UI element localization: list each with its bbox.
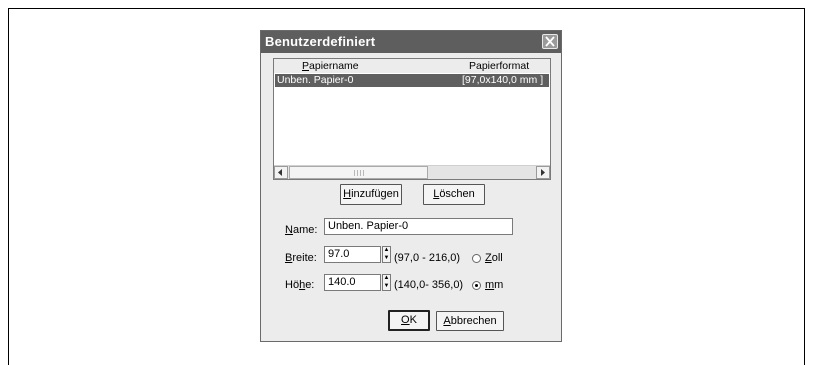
- mm-label[interactable]: mm: [485, 279, 503, 291]
- spin-up-icon[interactable]: ▲: [383, 275, 390, 282]
- list-item-name: Unben. Papier-0: [277, 74, 354, 86]
- name-input[interactable]: Unben. Papier-0: [324, 218, 513, 235]
- height-range: (140,0- 356,0): [394, 279, 464, 291]
- scroll-right-button[interactable]: [536, 166, 550, 179]
- paper-list[interactable]: Papiername Papierformat Unben. Papier-0 …: [273, 58, 551, 180]
- radio-selected-dot: [475, 284, 478, 287]
- chevron-right-icon: [541, 169, 545, 176]
- dialog-title: Benutzerdefiniert: [265, 34, 376, 49]
- list-item[interactable]: Unben. Papier-0 [97,0x140,0 mm ]: [275, 74, 549, 87]
- inch-label[interactable]: Zoll: [485, 252, 503, 264]
- grip-icon: [354, 170, 364, 176]
- width-stepper[interactable]: ▲ ▼: [382, 246, 391, 263]
- column-header-format[interactable]: Papierformat: [469, 60, 529, 72]
- spin-down-icon[interactable]: ▼: [383, 283, 390, 290]
- height-label: Höhe:: [285, 279, 315, 291]
- cancel-button[interactable]: Abbrechen: [436, 311, 504, 331]
- horizontal-scrollbar[interactable]: [274, 165, 550, 179]
- close-button[interactable]: [542, 34, 558, 49]
- scroll-left-button[interactable]: [274, 166, 288, 179]
- width-label: Breite:: [285, 252, 317, 264]
- spin-up-icon[interactable]: ▲: [383, 247, 390, 254]
- width-range: (97,0 - 216,0): [394, 252, 461, 264]
- close-icon: [545, 36, 555, 47]
- spin-down-icon[interactable]: ▼: [383, 255, 390, 262]
- scrollbar-thumb[interactable]: [289, 166, 428, 179]
- height-input[interactable]: 140.0: [324, 274, 381, 291]
- name-label: Name:: [285, 224, 318, 236]
- delete-button[interactable]: Löschen: [423, 184, 485, 205]
- title-bar: Benutzerdefiniert: [261, 31, 561, 53]
- list-item-format: [97,0x140,0 mm ]: [462, 74, 544, 86]
- list-header: Papiername Papierformat: [274, 59, 550, 73]
- chevron-left-icon: [278, 169, 282, 176]
- custom-paper-dialog: Benutzerdefiniert Papiername Papierforma…: [260, 30, 562, 342]
- inch-radio[interactable]: [472, 254, 481, 263]
- ok-button[interactable]: OK: [388, 310, 430, 331]
- column-header-name[interactable]: Papiername: [302, 60, 359, 72]
- width-input[interactable]: 97.0: [324, 246, 381, 263]
- mm-radio[interactable]: [472, 281, 481, 290]
- height-stepper[interactable]: ▲ ▼: [382, 274, 391, 291]
- add-button[interactable]: Hinzufügen: [340, 184, 402, 205]
